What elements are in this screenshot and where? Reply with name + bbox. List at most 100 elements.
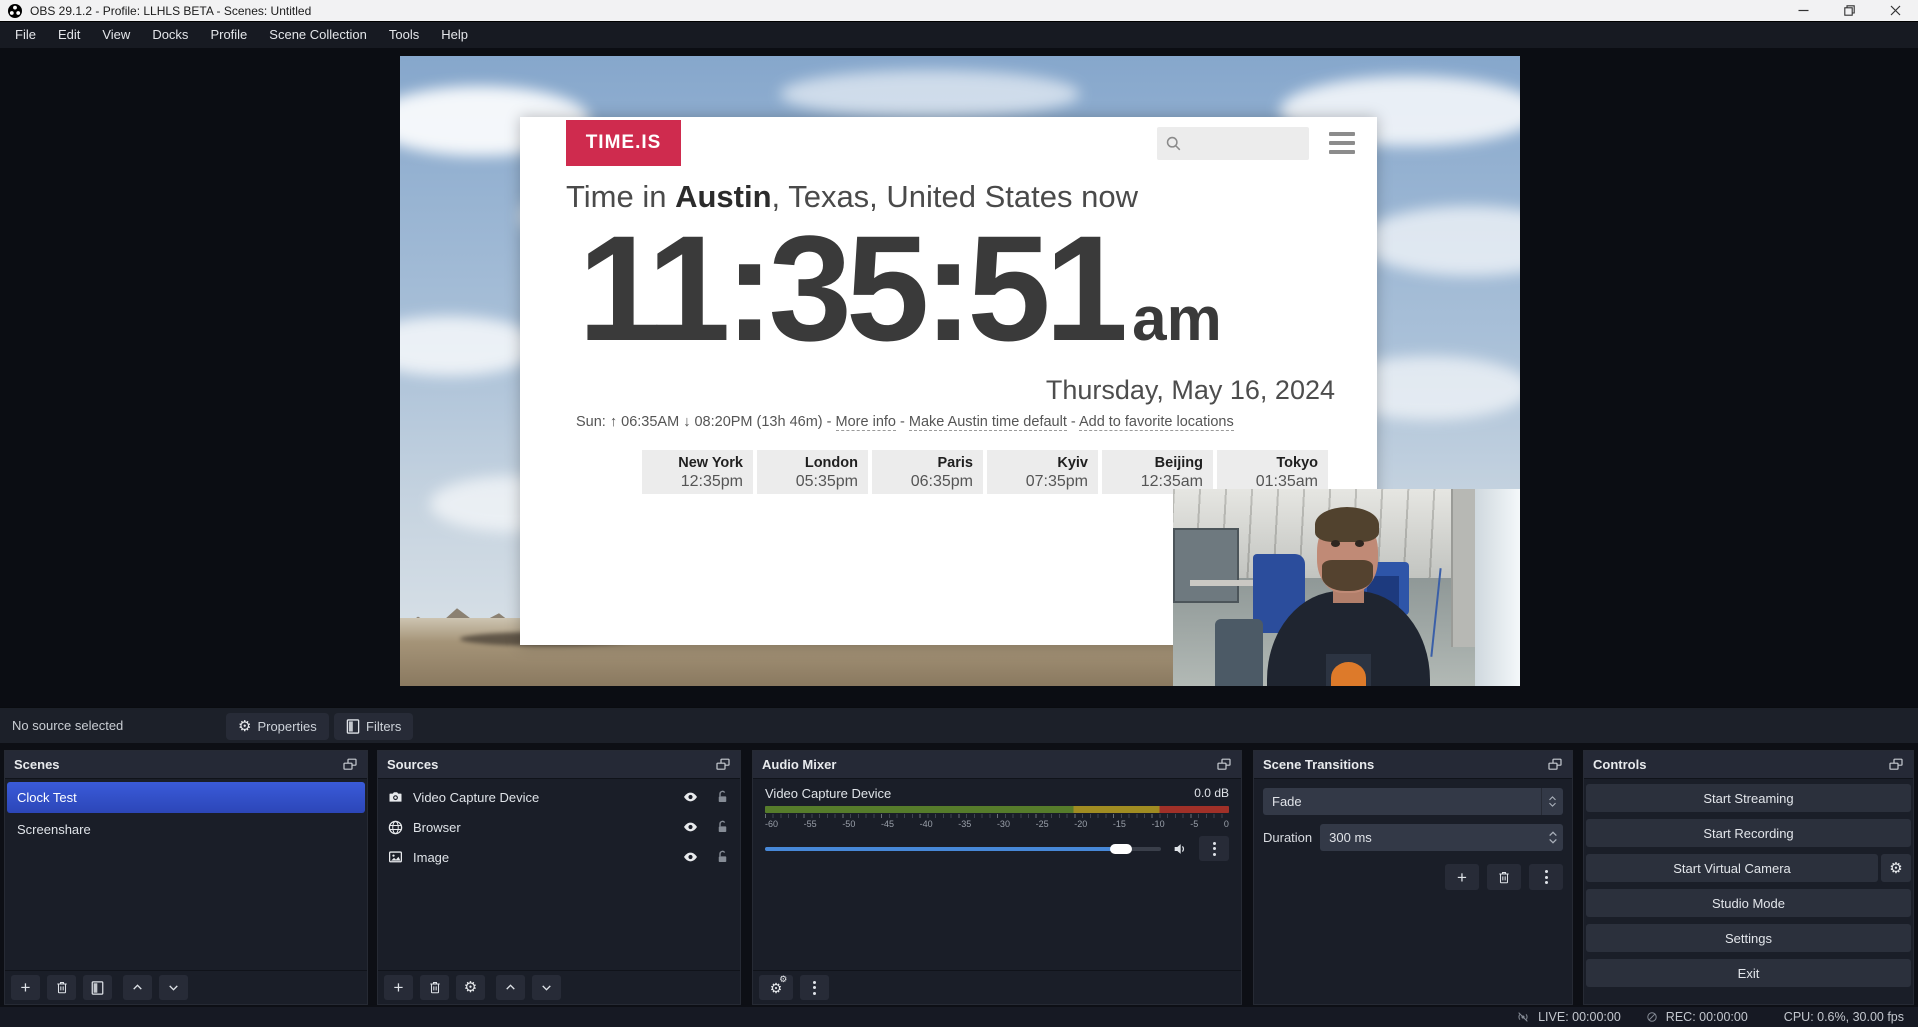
popout-dock-icon[interactable] (715, 757, 731, 772)
mixer-menu-button[interactable] (800, 975, 829, 1000)
hamburger-menu-icon[interactable] (1329, 132, 1355, 154)
spin-up-icon[interactable] (1548, 830, 1558, 837)
properties-button[interactable]: ⚙ Properties (226, 713, 329, 740)
close-button[interactable] (1872, 0, 1918, 21)
restore-button[interactable] (1826, 0, 1872, 21)
duration-spinbox[interactable]: 300 ms (1320, 824, 1563, 851)
audio-mixer-header[interactable]: Audio Mixer (753, 751, 1241, 779)
globe-icon (387, 819, 404, 836)
controls-header[interactable]: Controls (1584, 751, 1913, 779)
menu-item[interactable]: Tools (378, 22, 430, 48)
add-source-button[interactable]: + (384, 975, 413, 1000)
sources-header[interactable]: Sources (378, 751, 740, 779)
chevron-down-icon (167, 981, 180, 994)
menu-item[interactable]: Docks (141, 22, 199, 48)
cloud (780, 70, 1080, 118)
scenes-toolbar: + (5, 970, 367, 1004)
popout-dock-icon[interactable] (1216, 757, 1232, 772)
virtual-camera-config-button[interactable]: ⚙ (1881, 854, 1911, 882)
trash-icon (1497, 870, 1511, 885)
trash-icon (55, 980, 69, 995)
add-transition-button[interactable]: + (1445, 864, 1479, 890)
scene-item[interactable]: Screenshare (7, 814, 365, 845)
transition-select[interactable]: Fade (1263, 788, 1563, 815)
cloud (400, 316, 540, 376)
timeis-link[interactable]: Add to favorite locations (1079, 414, 1234, 431)
visibility-eye-icon[interactable] (681, 819, 700, 835)
search-box[interactable] (1157, 127, 1309, 160)
menu-item[interactable]: Profile (199, 22, 258, 48)
menu-item[interactable]: Scene Collection (258, 22, 378, 48)
person-hair (1315, 507, 1379, 542)
menu-item[interactable]: Help (430, 22, 479, 48)
control-button[interactable]: Start Streaming (1586, 784, 1911, 812)
lock-icon[interactable] (715, 849, 730, 865)
city-time-cell[interactable]: New York 12:35pm (642, 450, 753, 494)
webcam-overlay[interactable] (1173, 489, 1520, 686)
scene-transitions-header[interactable]: Scene Transitions (1254, 751, 1572, 779)
person-eye (1331, 540, 1340, 547)
office-glass-wall (1173, 528, 1239, 603)
visibility-eye-icon[interactable] (681, 849, 700, 865)
search-input[interactable] (1188, 136, 1298, 152)
scene-filters-button[interactable] (83, 975, 112, 1000)
clock-display: 11:35:51am (578, 213, 1222, 363)
city-time-cell[interactable]: Paris 06:35pm (872, 450, 983, 494)
speaker-icon[interactable] (1171, 841, 1189, 857)
popout-dock-icon[interactable] (342, 757, 358, 772)
volume-slider[interactable] (765, 844, 1161, 854)
transition-menu-button[interactable] (1529, 864, 1563, 890)
lock-icon[interactable] (715, 819, 730, 835)
popout-dock-icon[interactable] (1547, 757, 1563, 772)
add-scene-button[interactable]: + (11, 975, 40, 1000)
move-source-down-button[interactable] (532, 975, 561, 1000)
control-button[interactable]: Start Virtual Camera (1586, 854, 1878, 882)
menu-item[interactable]: Edit (47, 22, 91, 48)
remove-source-button[interactable] (420, 975, 449, 1000)
minimize-button[interactable] (1780, 0, 1826, 21)
lock-icon[interactable] (715, 789, 730, 805)
city-time-cell[interactable]: Beijing 12:35am (1102, 450, 1213, 494)
timeis-link[interactable]: More info (836, 414, 896, 431)
timeis-logo[interactable]: TIME.IS (566, 120, 681, 166)
search-icon (1165, 135, 1182, 152)
control-button[interactable]: Studio Mode (1586, 889, 1911, 917)
scene-item[interactable]: Clock Test (7, 782, 365, 813)
live-timer: LIVE: 00:00:00 (1538, 1010, 1621, 1024)
move-source-up-button[interactable] (496, 975, 525, 1000)
clock-time: 11:35:51 (578, 204, 1122, 372)
visibility-eye-icon[interactable] (681, 789, 700, 805)
control-button[interactable]: Start Recording (1586, 819, 1911, 847)
city-time-cell[interactable]: Tokyo 01:35am (1217, 450, 1328, 494)
control-button[interactable]: Exit (1586, 959, 1911, 987)
clock-meridiem: am (1132, 285, 1222, 354)
filters-button[interactable]: Filters (334, 713, 413, 740)
concrete-pillar (1451, 489, 1475, 647)
gear-icon: ⚙ (1889, 861, 1902, 876)
volume-slider-handle[interactable] (1110, 844, 1132, 854)
program-canvas[interactable]: TIME.IS Time in Austin, Texas, United St… (400, 56, 1520, 686)
city-time-cell[interactable]: Kyiv 07:35pm (987, 450, 1098, 494)
source-properties-button[interactable]: ⚙ (456, 975, 485, 1000)
move-scene-down-button[interactable] (159, 975, 188, 1000)
source-row[interactable]: Browser (378, 812, 740, 842)
advanced-audio-button[interactable]: ⚙ ⚙ (759, 975, 793, 1000)
source-row[interactable]: Image (378, 842, 740, 872)
popout-dock-icon[interactable] (1888, 757, 1904, 772)
menu-item[interactable]: File (4, 22, 47, 48)
combo-chevrons-icon (1541, 788, 1563, 815)
city-time-cell[interactable]: London 05:35pm (757, 450, 868, 494)
scenes-header[interactable]: Scenes (5, 751, 367, 779)
spin-down-icon[interactable] (1548, 838, 1558, 845)
control-button[interactable]: Settings (1586, 924, 1911, 952)
remove-transition-button[interactable] (1487, 864, 1521, 890)
preview-area: TIME.IS Time in Austin, Texas, United St… (0, 48, 1918, 707)
mixer-channel-menu-button[interactable] (1199, 836, 1229, 861)
timeis-link[interactable]: Make Austin time default (909, 414, 1067, 431)
filter-icon (346, 719, 360, 734)
menu-item[interactable]: View (91, 22, 141, 48)
remove-scene-button[interactable] (47, 975, 76, 1000)
move-scene-up-button[interactable] (123, 975, 152, 1000)
camera-icon (387, 789, 404, 805)
source-row[interactable]: Video Capture Device (378, 782, 740, 812)
